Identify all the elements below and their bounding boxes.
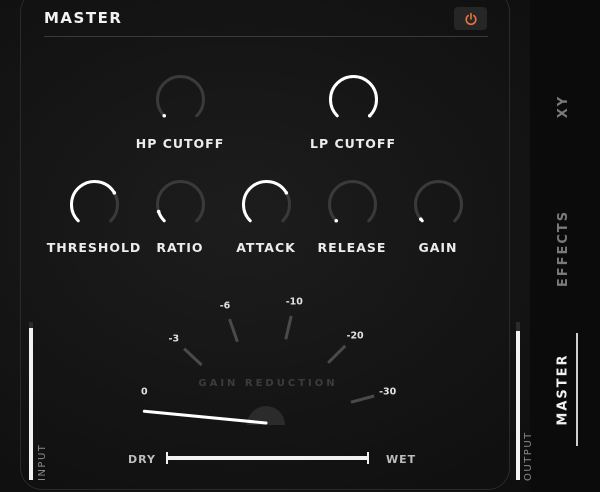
gain-reduction-tick	[228, 318, 239, 343]
active-tab-indicator	[576, 333, 578, 446]
gain-reduction-tick	[350, 394, 375, 404]
dry-wet-fill	[166, 456, 369, 460]
tab-effects[interactable]: EFFECTS	[556, 209, 571, 286]
gain-reduction-tick	[327, 344, 347, 364]
gain-reduction-tick-label: -3	[168, 333, 180, 345]
gain-reduction-tick	[284, 315, 293, 340]
input-label: INPUT	[37, 443, 48, 481]
gain-reduction-tick-label: -30	[379, 386, 397, 398]
dry-wet-handle[interactable]	[367, 452, 369, 464]
dry-label: DRY	[128, 453, 156, 466]
gain-reduction-tick-label: 0	[140, 386, 148, 398]
master-panel: MASTER HP CUTOFF LP CUTOFF THRESHOLD RAT…	[0, 0, 600, 492]
gain-reduction-title: GAIN REDUCTION	[198, 378, 338, 389]
gain-reduction-tick-label: -6	[219, 300, 231, 312]
output-label: OUTPUT	[523, 431, 534, 481]
gain-reduction-tick-label: -20	[346, 330, 364, 342]
output-meter-level	[516, 331, 520, 480]
wet-label: WET	[386, 453, 417, 466]
gain-reduction-meter	[142, 315, 375, 425]
gain-reduction-tick	[183, 347, 203, 367]
tab-xy[interactable]: XY	[556, 94, 571, 117]
dry-wet-start-cap	[166, 452, 168, 464]
input-meter-level	[29, 328, 33, 480]
gain-reduction-tick-label: -10	[285, 296, 303, 308]
tab-master[interactable]: MASTER	[556, 353, 571, 425]
gain-reduction-needle	[142, 409, 268, 425]
